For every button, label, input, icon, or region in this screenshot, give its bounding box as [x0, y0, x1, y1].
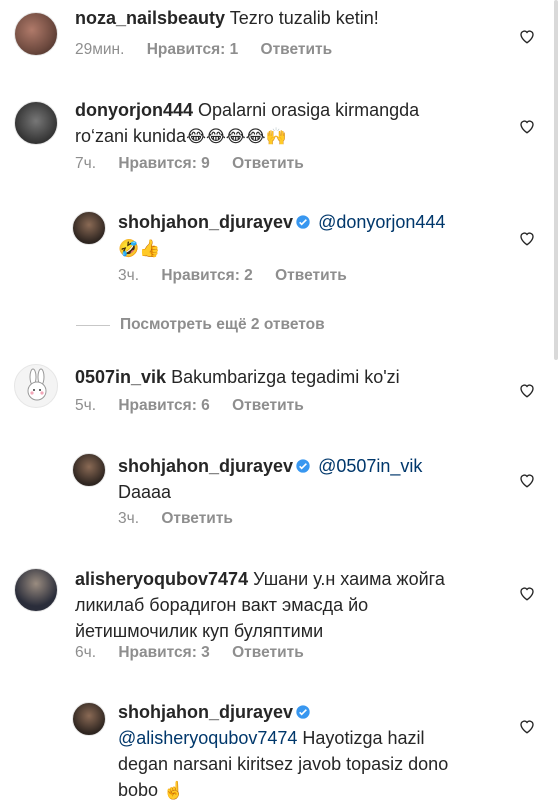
comment-body: Bakumbarizga tegadimi ko'zi: [171, 367, 400, 387]
mention-link[interactable]: @0507in_vik: [318, 456, 422, 476]
heart-icon[interactable]: [518, 27, 536, 45]
likes-count[interactable]: Нравится: 1: [147, 41, 238, 58]
verified-badge-icon: [296, 705, 310, 719]
comment-body-line3: йетишмочилик куп буляптими: [75, 621, 324, 641]
view-more-replies-button[interactable]: Посмотреть ещё 2 ответов: [76, 314, 325, 336]
avatar[interactable]: [14, 568, 58, 612]
heart-icon[interactable]: [518, 381, 536, 399]
heart-icon[interactable]: [518, 117, 536, 135]
username[interactable]: alisheryoqubov7474: [75, 569, 248, 589]
comment-body-line2: ликилаб борадигон вакт эмасда йо: [75, 595, 369, 615]
comment-text: shohjahon_djurayev @0507in_vik Daaaa: [118, 453, 498, 505]
comment-body-line1: Ушани у.н хаима жойга: [253, 569, 445, 589]
comment-meta: 3ч. Нравится: 2 Ответить: [118, 267, 365, 285]
comment-body-line3: bobo: [118, 780, 159, 800]
comment-meta: 5ч. Нравится: 6 Ответить: [75, 397, 322, 415]
timestamp: 29мин.: [75, 41, 125, 58]
username[interactable]: shohjahon_djurayev: [118, 702, 293, 722]
timestamp: 3ч.: [118, 510, 140, 527]
mention-link[interactable]: @donyorjon444: [318, 212, 445, 232]
comment-meta: 7ч. Нравится: 9 Ответить: [75, 155, 322, 173]
comment-text: alisheryoqubov7474 Ушани у.н хаима жойга…: [75, 566, 495, 644]
avatar[interactable]: [72, 702, 106, 736]
comment-body-line2: ro‘zani kunida: [75, 126, 187, 146]
likes-count[interactable]: Нравится: 6: [118, 397, 209, 414]
timestamp: 6ч.: [75, 644, 97, 661]
comment-text: shohjahon_djurayev @alisheryoqubov7474 H…: [118, 699, 498, 804]
avatar[interactable]: [72, 211, 106, 245]
likes-count[interactable]: Нравится: 9: [118, 155, 209, 172]
comment-meta: 29мин. Нравится: 1 Ответить: [75, 41, 350, 59]
comment-meta: 3ч. Ответить: [118, 510, 251, 528]
divider-line: [76, 324, 110, 326]
reply-button[interactable]: Ответить: [275, 267, 347, 284]
username[interactable]: donyorjon444: [75, 100, 193, 120]
comment-text: 0507in_vik Bakumbarizga tegadimi ko'zi: [75, 364, 400, 390]
reply-button[interactable]: Ответить: [261, 41, 333, 58]
mention-link[interactable]: @alisheryoqubov7474: [118, 728, 297, 748]
heart-icon[interactable]: [518, 717, 536, 735]
reply-button[interactable]: Ответить: [232, 644, 304, 661]
likes-count[interactable]: Нравится: 2: [161, 267, 252, 284]
comment-text: shohjahon_djurayev @donyorjon444 🤣👍: [118, 209, 498, 262]
comment-body: Tezro tuzalib ketin!: [229, 8, 379, 28]
avatar[interactable]: [14, 101, 58, 145]
reply-button[interactable]: Ответить: [232, 397, 304, 414]
comment-meta: 6ч. Нравится: 3 Ответить: [75, 644, 322, 662]
emoji-group: 🤣👍: [118, 239, 161, 258]
heart-icon[interactable]: [518, 584, 536, 602]
comment-body-line2: degan narsani kiritsez javob topasiz don…: [118, 754, 449, 774]
emoji-group: 😂😂😂😂🙌: [186, 127, 287, 146]
username[interactable]: shohjahon_djurayev: [118, 456, 293, 476]
bunny-avatar-icon: [27, 368, 47, 401]
reply-button[interactable]: Ответить: [232, 155, 304, 172]
comment-body-line1: Opalarni orasiga kirmangda: [198, 100, 420, 120]
username[interactable]: noza_nailsbeauty: [75, 8, 225, 28]
username[interactable]: shohjahon_djurayev: [118, 212, 293, 232]
view-more-replies-label: Посмотреть ещё 2 ответов: [120, 316, 325, 333]
heart-icon[interactable]: [518, 471, 536, 489]
avatar[interactable]: [14, 12, 58, 56]
timestamp: 3ч.: [118, 267, 140, 284]
verified-badge-icon: [296, 215, 310, 229]
timestamp: 5ч.: [75, 397, 97, 414]
comment-text: donyorjon444 Opalarni orasiga kirmangda …: [75, 97, 475, 150]
avatar[interactable]: [72, 453, 106, 487]
heart-icon[interactable]: [518, 229, 536, 247]
username[interactable]: 0507in_vik: [75, 367, 166, 387]
likes-count[interactable]: Нравится: 3: [118, 644, 209, 661]
comment-text: noza_nailsbeauty Tezro tuzalib ketin!: [75, 5, 379, 31]
verified-badge-icon: [296, 459, 310, 473]
comment-body-line1: Hayotizga hazil: [302, 728, 425, 748]
scrollbar[interactable]: [554, 0, 558, 360]
avatar[interactable]: [14, 364, 58, 408]
emoji-group: ☝️: [163, 781, 185, 800]
reply-button[interactable]: Ответить: [161, 510, 233, 527]
timestamp: 7ч.: [75, 155, 97, 172]
comment-body: Daaaa: [118, 482, 172, 502]
